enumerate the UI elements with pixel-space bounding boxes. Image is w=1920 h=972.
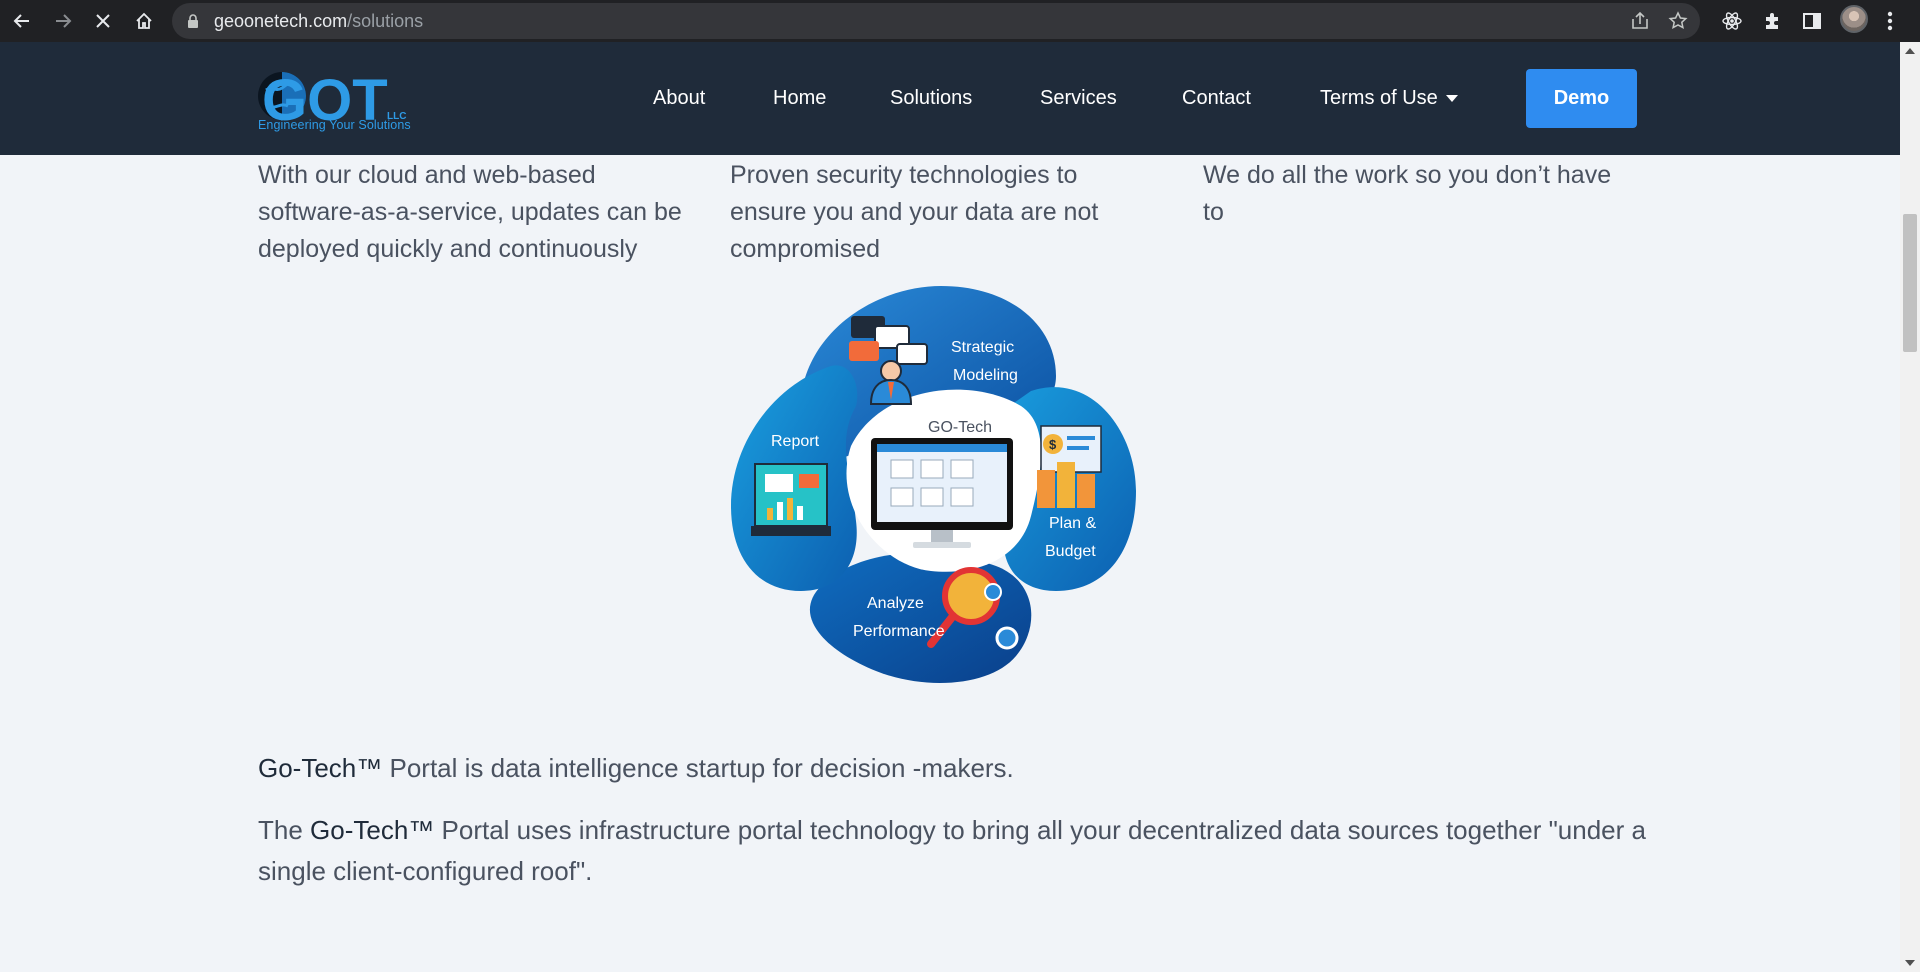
lock-icon[interactable] [186,14,200,28]
nav-terms-of-use[interactable]: Terms of Use [1320,87,1458,110]
label-analyze-line2: Performance [853,623,945,640]
bookmark-star-icon[interactable] [1666,9,1690,33]
stop-icon[interactable] [89,7,117,35]
url-text: geoonetech.com/solutions [214,11,424,31]
nav-contact[interactable]: Contact [1182,87,1251,110]
side-panel-icon[interactable] [1799,8,1825,34]
feature-text-deploy: With our cloud and web-based software-as… [258,161,682,263]
budget-icon: $ [1037,425,1102,508]
scroll-down-arrow-icon[interactable] [1905,960,1915,966]
nav-solutions[interactable]: Solutions [890,87,972,110]
svg-text:$: $ [1049,437,1057,452]
intro-text: Portal is data intelligence startup for … [382,753,1014,783]
back-icon[interactable] [8,7,36,35]
description-text: Portal uses infrastructure portal techno… [258,815,1646,886]
label-report: Report [771,433,820,450]
address-bar[interactable]: geoonetech.com/solutions [172,3,1700,39]
menu-kebab-icon[interactable] [1884,9,1896,33]
home-icon[interactable] [130,7,158,35]
demo-button[interactable]: Demo [1526,69,1637,128]
caret-down-icon [1445,95,1458,103]
browser-toolbar: geoonetech.com/solutions [0,0,1920,42]
extensions-icon[interactable] [1759,8,1785,34]
label-plan-line2: Budget [1045,543,1096,560]
go-tech-diagram: $ Strategic Modeling Report Plan & Budge… [731,286,1136,683]
forward-icon[interactable] [49,7,77,35]
nav-home[interactable]: Home [773,87,826,110]
site-header: GOT LLC Engineering Your Solutions About… [0,42,1900,155]
label-strategic-line1: Strategic [951,339,1014,356]
nav-services[interactable]: Services [1040,87,1117,110]
label-center-gotech: GO-Tech [928,419,992,436]
nav-about[interactable]: About [653,87,705,110]
logo-tagline: Engineering Your Solutions [258,118,411,132]
description-start: The [258,815,311,845]
page-scrollbar[interactable] [1900,42,1920,972]
scrollbar-thumb[interactable] [1903,214,1917,352]
share-icon[interactable] [1628,9,1652,33]
profile-avatar[interactable] [1840,5,1868,33]
label-strategic-line2: Modeling [953,367,1018,384]
feature-text-work: We do all the work so you don’t have to [1203,161,1612,226]
react-devtools-icon[interactable] [1719,8,1745,34]
feature-text-security: Proven security technologies to ensure y… [730,161,1099,263]
report-board-icon [751,463,831,536]
label-plan-line1: Plan & [1049,515,1096,532]
description-paragraph: The Go-Tech™ Portal uses infrastructure … [258,810,1648,892]
brand-name: Go-Tech™ [310,815,435,845]
brand-name: Go-Tech™ [258,753,383,783]
label-analyze-line1: Analyze [867,595,924,612]
intro-paragraph: Go-Tech™ Portal is data intelligence sta… [258,748,1648,789]
scroll-up-arrow-icon[interactable] [1905,48,1915,54]
nav-terms-label: Terms of Use [1320,87,1438,109]
